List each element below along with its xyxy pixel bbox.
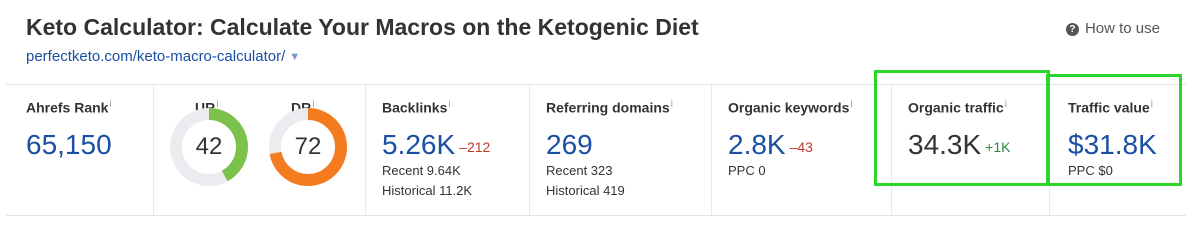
referring-domains-label: Referring domainsi [546,99,673,116]
referring-domains-recent: Recent 323 [546,163,613,178]
backlinks-historical: Historical 11.2K [382,183,473,198]
organic-keywords-delta: –43 [789,139,813,155]
backlinks-label: Backlinksi [382,99,451,116]
page-header: Keto Calculator: Calculate Your Macros o… [26,14,1180,74]
chevron-down-icon[interactable]: ▼ [289,51,300,63]
help-icon: ? [1065,23,1079,36]
dr-gauge: 72 [268,107,348,187]
referring-domains-historical: Historical 419 [546,183,625,198]
dr-value: 72 [294,133,322,160]
rating-cell: URi 42 DRi 72 [154,85,366,215]
backlinks-value[interactable]: 5.26K –212 [382,129,490,161]
ahrefs-rank-cell: Ahrefs Ranki 65,150 [6,85,154,215]
backlinks-recent: Recent 9.64K [382,163,461,178]
organic-keywords-cell: Organic keywordsi 2.8K –43 PPC 0 [712,85,892,215]
referring-domains-cell: Referring domainsi 269 Recent 323 Histor… [530,85,712,215]
how-to-use-label[interactable]: How to use [1085,20,1160,37]
ahrefs-rank-value: 65,150 [26,129,112,160]
ahrefs-rank-label: Ahrefs Ranki [26,99,112,116]
page-title: Keto Calculator: Calculate Your Macros o… [26,14,699,40]
backlinks-delta: –212 [459,139,491,155]
organic-traffic-highlight-box [874,70,1050,186]
referring-domains-value[interactable]: 269 [546,129,593,161]
info-icon[interactable]: i [671,99,673,110]
organic-keywords-ppc: PPC 0 [728,163,766,178]
traffic-value-highlight-box [1046,74,1182,186]
info-icon[interactable]: i [850,99,852,110]
how-to-use-link[interactable]: ? How to use [1065,20,1160,37]
info-icon[interactable]: i [448,99,450,110]
ur-value: 42 [195,133,223,160]
backlinks-cell: Backlinksi 5.26K –212 Recent 9.64K Histor… [366,85,530,215]
target-url-link[interactable]: perfectketo.com/keto-macro-calculator/ [26,48,285,65]
info-icon[interactable]: i [109,99,111,110]
organic-keywords-label: Organic keywordsi [728,99,853,116]
url-row[interactable]: perfectketo.com/keto-macro-calculator/ ▼ [26,48,300,65]
organic-keywords-value[interactable]: 2.8K –43 [728,129,813,161]
ur-gauge: 42 [169,107,249,187]
